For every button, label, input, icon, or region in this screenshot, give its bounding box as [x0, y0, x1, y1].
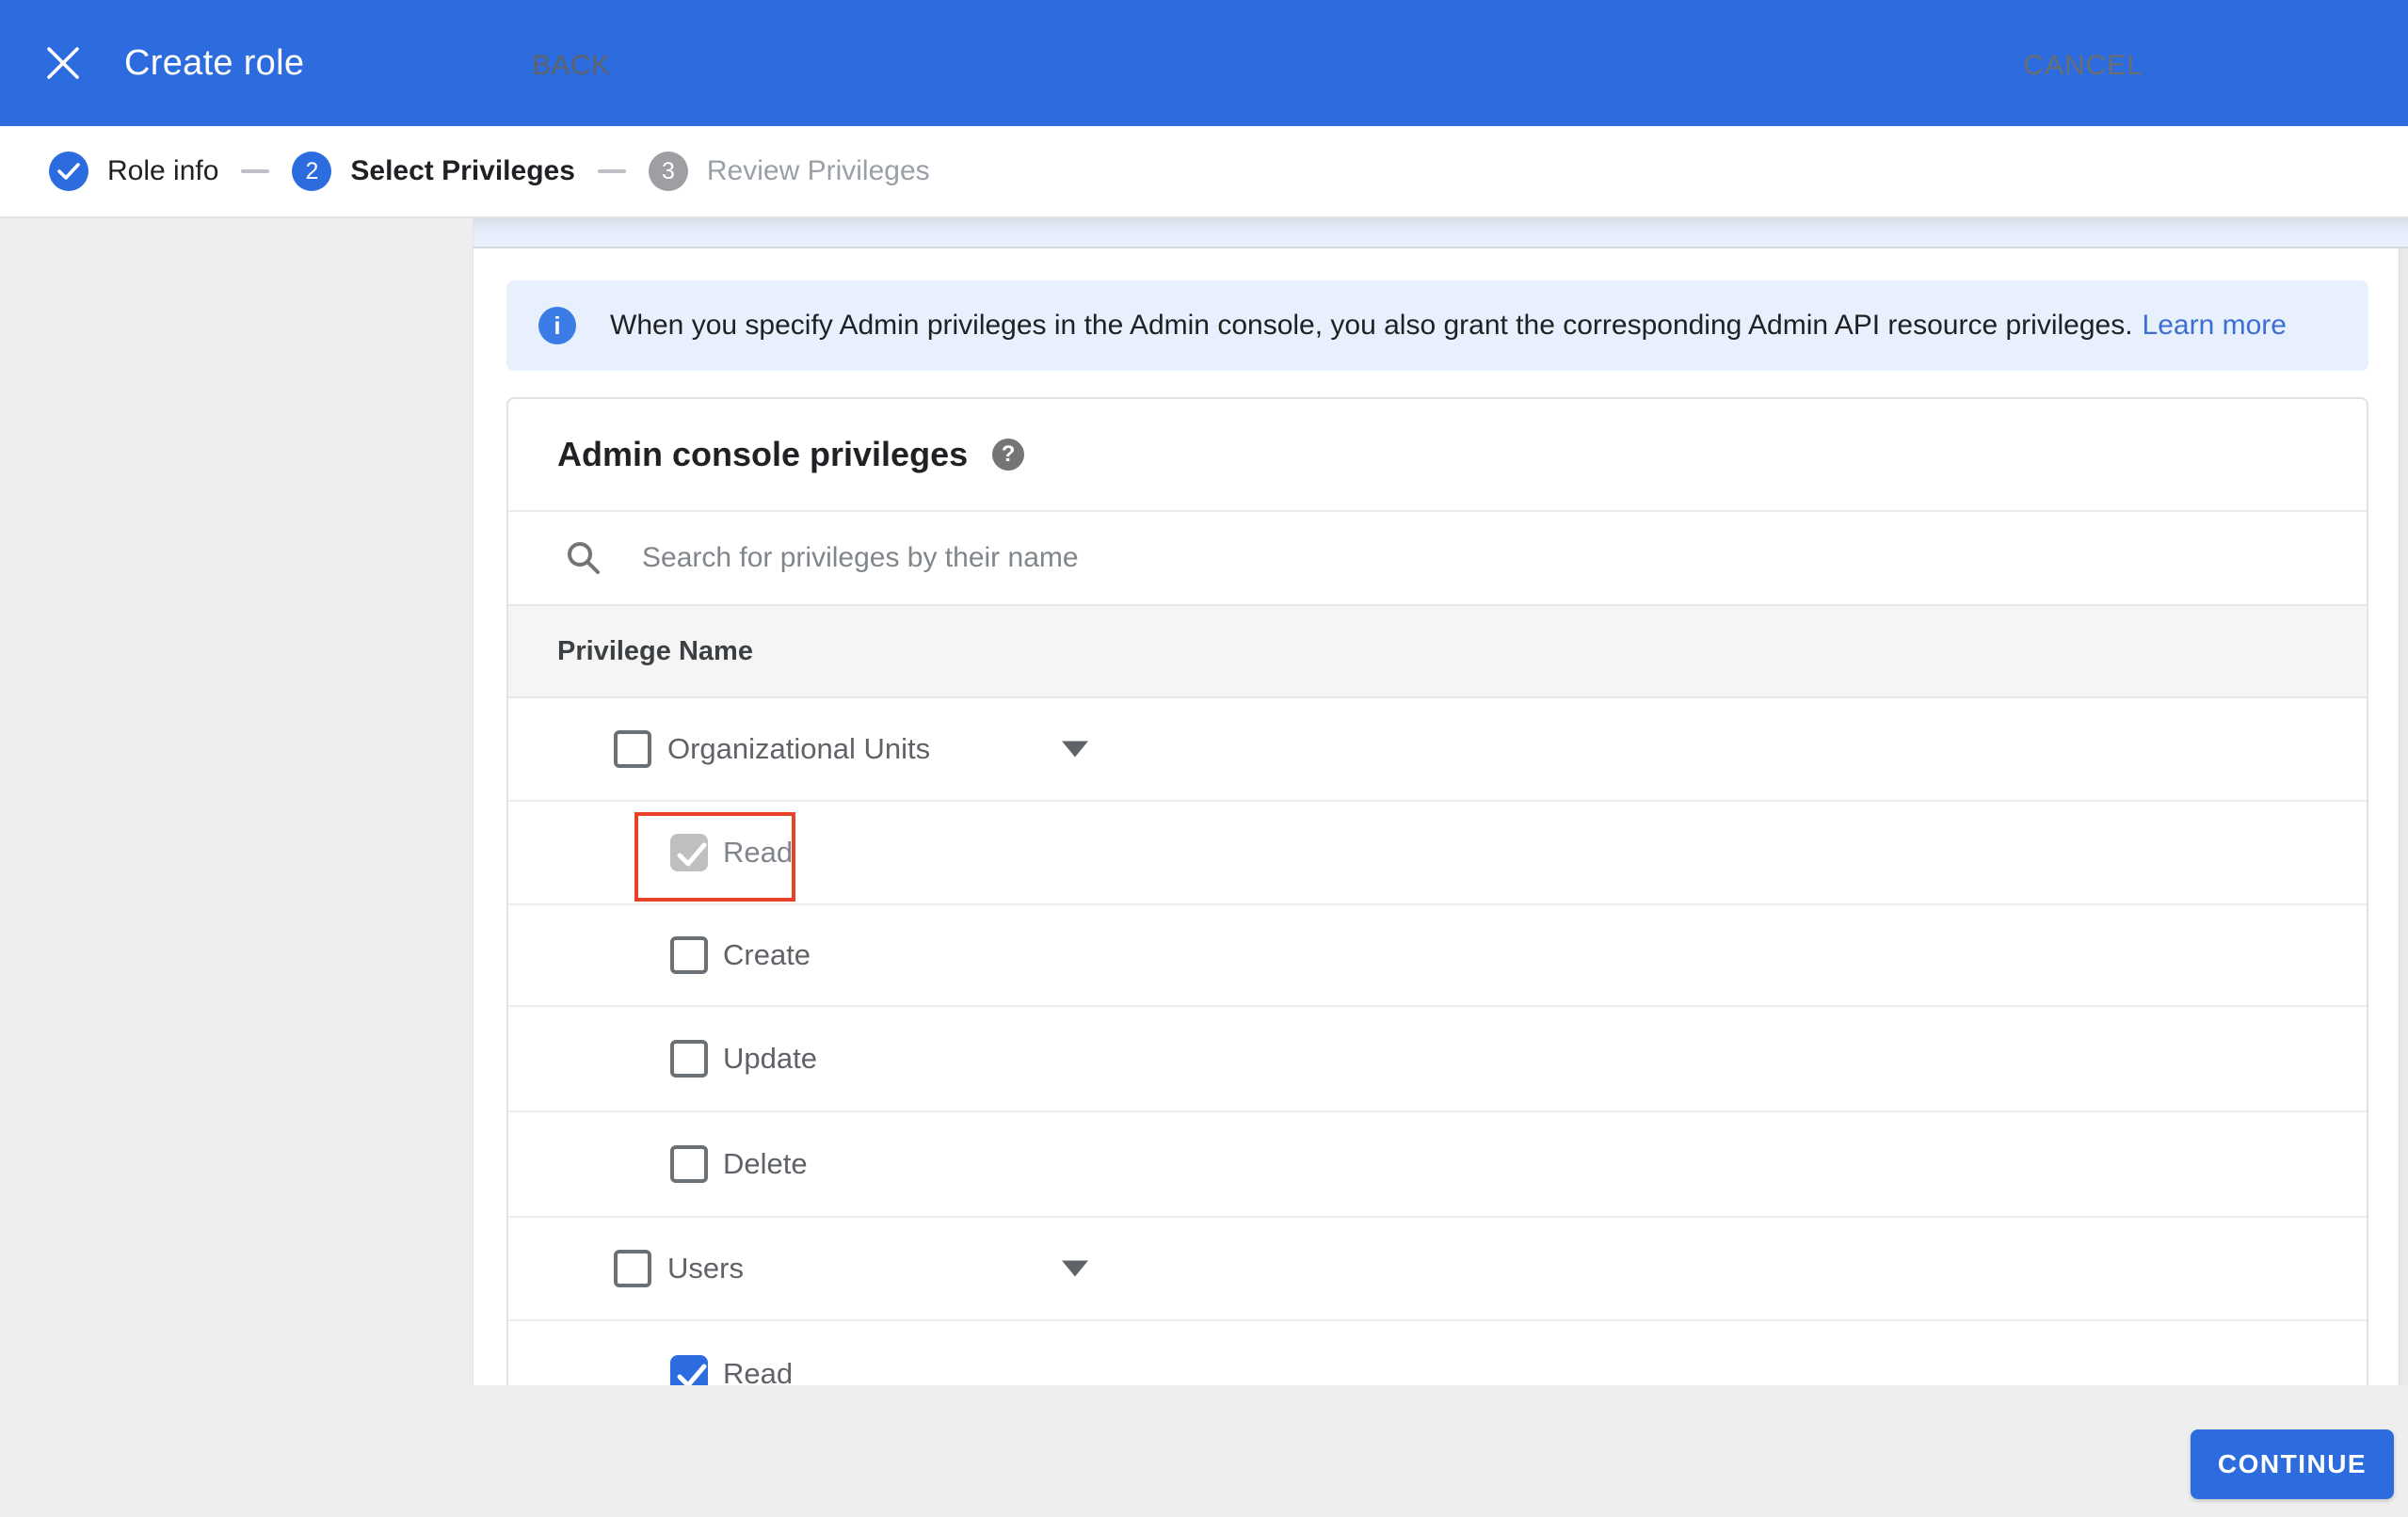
collapse-arrow-icon[interactable] — [1062, 741, 1088, 758]
card-title-row: Admin console privileges ? — [508, 399, 2367, 510]
step-divider — [241, 169, 270, 173]
card-title: Admin console privileges — [557, 435, 969, 473]
row-label: Read — [723, 1357, 794, 1385]
close-icon[interactable] — [41, 41, 85, 85]
learn-more-link[interactable]: Learn more — [2143, 310, 2287, 341]
checkbox-users-read-checked[interactable] — [670, 1355, 708, 1385]
info-banner: i When you specify Admin privileges in t… — [506, 280, 2368, 371]
table-row-read: Read — [508, 802, 2367, 905]
row-label: Delete — [723, 1147, 808, 1180]
step-divider — [597, 169, 626, 173]
stepper: Role info 2 Select Privileges 3 Review P… — [0, 126, 2408, 218]
column-header: Privilege Name — [557, 635, 753, 666]
table-header-row: Privilege Name — [508, 604, 2367, 698]
step-review-privileges[interactable]: 3 Review Privileges — [648, 152, 930, 191]
table-row-create: Create — [508, 905, 2367, 1007]
search-input[interactable] — [642, 542, 1960, 574]
step-label: Select Privileges — [350, 155, 575, 186]
step-role-info[interactable]: Role info — [49, 152, 218, 191]
row-label: Organizational Units — [667, 732, 931, 765]
step-select-privileges[interactable]: 2 Select Privileges — [292, 152, 575, 191]
checkbox-read-checked[interactable] — [670, 834, 708, 871]
checkbox-organizational-units[interactable] — [614, 730, 651, 768]
search-icon — [568, 542, 600, 574]
row-label: Users — [667, 1252, 744, 1285]
help-icon[interactable]: ? — [992, 439, 1025, 471]
checkbox-delete[interactable] — [670, 1145, 708, 1183]
row-label: Create — [723, 938, 811, 971]
checkbox-update[interactable] — [670, 1040, 708, 1078]
admin-privileges-card: Admin console privileges ? Privilege Nam… — [506, 397, 2368, 1385]
back-button[interactable]: BACK — [532, 0, 611, 132]
table-row-users: Users — [508, 1218, 2367, 1321]
row-label: Read — [723, 836, 794, 869]
left-sidebar — [0, 218, 474, 1517]
checkbox-users[interactable] — [614, 1250, 651, 1287]
cancel-button[interactable]: CANCEL — [2023, 0, 2143, 132]
row-label: Update — [723, 1042, 817, 1075]
table-row-organizational-units: Organizational Units — [508, 698, 2367, 802]
step-label: Review Privileges — [706, 155, 930, 186]
checkbox-create[interactable] — [670, 936, 708, 974]
step-complete-check-icon — [49, 152, 88, 191]
table-row-delete: Delete — [508, 1112, 2367, 1218]
step-number: 2 — [292, 152, 332, 191]
banner-message-text: When you specify Admin privileges in the… — [610, 310, 2133, 341]
scrollbar[interactable] — [2399, 248, 2408, 1385]
footer-bar — [0, 1385, 2408, 1517]
step-label: Role info — [107, 155, 219, 186]
table-row-update: Update — [508, 1007, 2367, 1112]
continue-button[interactable]: CONTINUE — [2191, 1429, 2394, 1499]
info-icon: i — [538, 307, 576, 344]
scrolled-content-edge — [474, 218, 2408, 248]
page-title: Create role — [124, 42, 305, 83]
banner-message: When you specify Admin privileges in the… — [610, 310, 2287, 342]
privileges-search-row — [508, 510, 2367, 604]
collapse-arrow-icon[interactable] — [1062, 1260, 1088, 1277]
table-row-users-read: Read — [508, 1321, 2367, 1385]
step-number: 3 — [648, 152, 688, 191]
